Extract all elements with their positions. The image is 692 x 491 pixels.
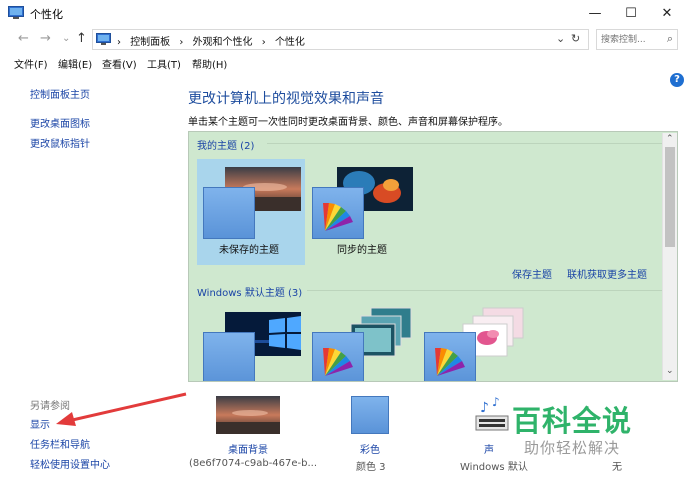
back-arrow-icon: ← [18, 31, 29, 46]
save-theme-link[interactable]: 保存主题 [512, 266, 552, 281]
watermark-subtitle: 助你轻松解决 [524, 439, 621, 457]
color-label[interactable]: 彩色 [360, 441, 380, 456]
watermark-title: 百科全说 [512, 404, 633, 438]
theme-item-synced[interactable]: 同步的主题 [309, 159, 417, 265]
window-title: 个性化 [30, 8, 63, 21]
refresh-icon: ↻ [571, 32, 581, 45]
theme-item-flowers[interactable] [309, 304, 417, 381]
svg-text:♪: ♪ [480, 400, 489, 416]
menu-edit[interactable]: 编辑(E) [58, 56, 92, 71]
color-fan-icon [323, 348, 353, 376]
group-divider [307, 290, 665, 291]
menu-tools[interactable]: 工具(T) [147, 56, 181, 71]
theme-color-swatch [203, 187, 255, 239]
desktop-background-thumbnail [216, 396, 280, 434]
personalization-app-icon [8, 6, 24, 19]
theme-label: 未保存的主题 [219, 245, 279, 256]
close-icon: ✕ [661, 5, 673, 21]
scroll-thumb[interactable] [665, 147, 675, 247]
help-button[interactable]: ? [670, 73, 684, 87]
breadcrumb-control-panel[interactable]: 控制面板 [130, 37, 170, 48]
menu-view[interactable]: 查看(V) [102, 56, 137, 71]
sidebar-link-display[interactable]: 显示 [30, 416, 50, 431]
sidebar-link-ease-of-access[interactable]: 轻松使用设置中心 [30, 456, 110, 471]
chevron-down-icon: ⌄ [62, 33, 71, 44]
breadcrumb: › 控制面板 › 外观和个性化 › 个性化 [117, 33, 305, 48]
address-row: ← → ⌄ ↑ › 控制面板 › 外观和个性化 › 个性化 ⌄ ↻ ⌕ [0, 26, 692, 52]
theme-list: 我的主题 (2) 未保存的主题 同步的主题 保存主题 联机获取更多主题 Wind… [188, 131, 678, 382]
group-title-my-themes: 我的主题 (2) [197, 141, 255, 152]
back-button[interactable]: ← [18, 31, 29, 46]
search-input[interactable] [601, 31, 663, 49]
address-bar[interactable]: › 控制面板 › 外观和个性化 › 个性化 ⌄ ↻ [92, 29, 589, 50]
color-fan-icon [435, 348, 465, 376]
color-value: 颜色 3 [356, 462, 386, 473]
sidebar-link-mouse-pointers[interactable]: 更改鼠标指针 [30, 135, 90, 150]
group-title-windows-themes: Windows 默认主题 (3) [197, 288, 303, 299]
maximize-icon: ☐ [625, 5, 637, 21]
menu-bar: 文件(F) 编辑(E) 查看(V) 工具(T) 帮助(H) [0, 54, 692, 72]
scroll-up-button[interactable]: ⌃ [666, 134, 674, 144]
screensaver-setting[interactable]: 无 [600, 458, 630, 474]
up-button[interactable]: ↑ [76, 31, 87, 46]
theme-item-windows[interactable] [197, 304, 305, 381]
control-panel-icon [96, 33, 111, 45]
breadcrumb-separator: › [117, 37, 121, 48]
sidebar-link-taskbar[interactable]: 任务栏和导航 [30, 436, 90, 451]
desktop-background-label[interactable]: 桌面背景 [228, 441, 268, 456]
scroll-down-button[interactable]: ⌄ [666, 366, 674, 376]
title-bar: 个性化 — ☐ ✕ [0, 0, 692, 26]
forward-button[interactable]: → [40, 31, 51, 46]
color-swatch [351, 396, 389, 434]
breadcrumb-separator: › [261, 37, 266, 48]
desktop-background-setting[interactable]: 桌面背景 (8e6f7074-c9ab-467e-b... [188, 394, 317, 474]
color-setting[interactable]: 彩色 颜色 3 [336, 394, 406, 474]
recent-locations-button[interactable]: ⌄ [62, 33, 70, 44]
search-icon[interactable]: ⌕ [667, 32, 673, 46]
help-icon: ? [674, 74, 680, 85]
page-description: 单击某个主题可一次性同时更改桌面背景、颜色、声音和屏幕保护程序。 [188, 117, 508, 128]
close-button[interactable]: ✕ [649, 0, 685, 26]
desktop-background-value: (8e6f7074-c9ab-467e-b... [189, 458, 318, 469]
minimize-button[interactable]: — [577, 0, 613, 26]
red-arrow-annotation [56, 392, 187, 426]
chevron-down-icon: ⌄ [556, 32, 566, 45]
sidebar-link-desktop-icons[interactable]: 更改桌面图标 [30, 115, 90, 130]
get-more-themes-link[interactable]: 联机获取更多主题 [567, 266, 647, 281]
theme-item-unsaved[interactable]: 未保存的主题 [197, 159, 305, 265]
theme-label: 同步的主题 [337, 245, 387, 256]
up-arrow-icon: ↑ [76, 31, 87, 46]
sidebar-link-control-panel-home[interactable]: 控制面板主页 [30, 86, 90, 101]
forward-arrow-icon: → [40, 31, 51, 46]
minimize-icon: — [588, 5, 602, 21]
breadcrumb-personalization[interactable]: 个性化 [275, 37, 305, 48]
color-fan-icon [323, 203, 353, 231]
search-box[interactable]: ⌕ [596, 29, 678, 50]
breadcrumb-separator: › [179, 37, 184, 48]
svg-text:♪: ♪ [492, 396, 500, 409]
menu-help[interactable]: 帮助(H) [192, 56, 227, 71]
group-divider [267, 143, 665, 144]
page-title: 更改计算机上的视觉效果和声音 [188, 91, 384, 107]
menu-file[interactable]: 文件(F) [14, 56, 48, 71]
screensaver-value: 无 [612, 462, 622, 473]
address-dropdown-button[interactable]: ⌄ [556, 32, 565, 45]
sound-value: Windows 默认 [460, 462, 528, 473]
sound-label[interactable]: 声 [484, 441, 494, 456]
sound-icon: ♪ ♪ [475, 396, 509, 431]
theme-item-lines[interactable] [421, 304, 529, 381]
theme-color-swatch [203, 332, 255, 381]
breadcrumb-appearance[interactable]: 外观和个性化 [193, 37, 253, 48]
maximize-button[interactable]: ☐ [613, 0, 649, 26]
refresh-button[interactable]: ↻ [571, 32, 580, 45]
theme-list-scrollbar[interactable]: ⌃ ⌄ [662, 133, 677, 380]
